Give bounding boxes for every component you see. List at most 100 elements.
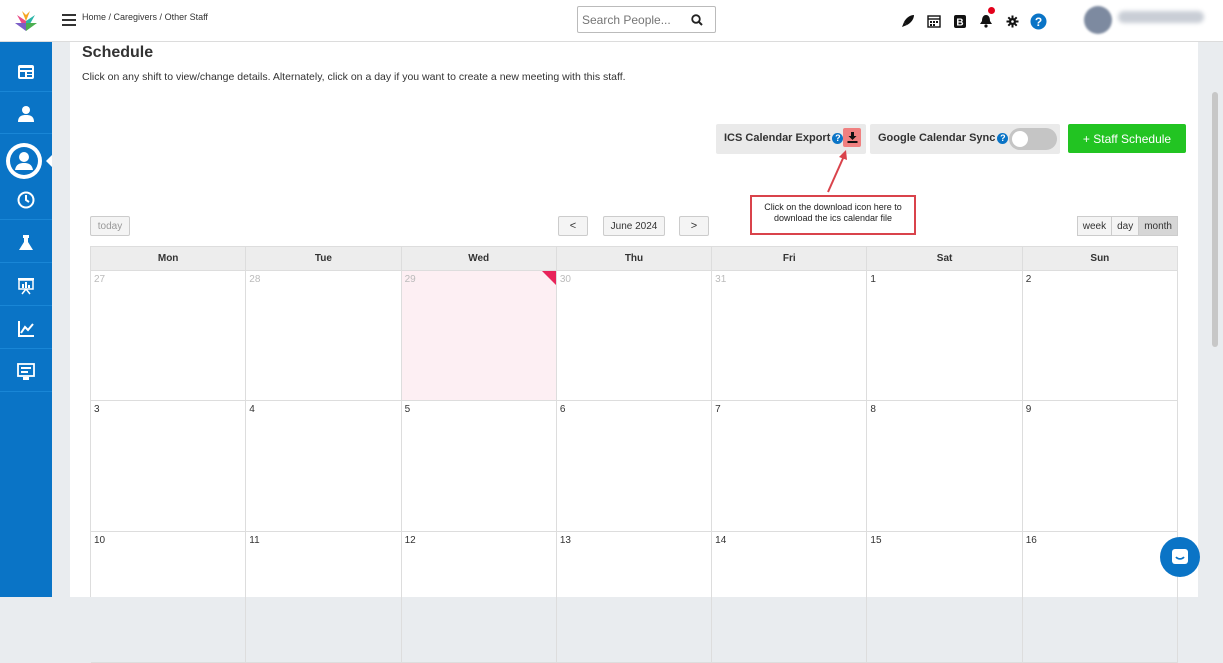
prev-month-button[interactable]: < <box>558 216 588 236</box>
day-number[interactable]: 3 <box>94 404 100 415</box>
menu-toggle-icon[interactable] <box>62 14 76 26</box>
person-icon[interactable] <box>0 94 52 134</box>
view-week-button[interactable]: week <box>1076 216 1113 236</box>
ics-export-label: ICS Calendar Export? <box>724 132 844 144</box>
chat-icon <box>1172 549 1188 564</box>
chart-icon[interactable] <box>0 309 52 349</box>
calendar-day-cell[interactable]: 31 <box>712 271 868 401</box>
weekday-sun: Sun <box>1022 247 1178 271</box>
page-title: Schedule <box>82 44 154 61</box>
add-staff-schedule-button[interactable]: + Staff Schedule <box>1068 124 1186 153</box>
day-number[interactable]: 14 <box>715 535 726 546</box>
annotation-arrow <box>827 150 847 193</box>
header-icons: B ? <box>896 7 1052 32</box>
day-number[interactable]: 10 <box>94 535 105 546</box>
google-sync-toggle[interactable] <box>1009 128 1057 150</box>
day-number[interactable]: 2 <box>1026 274 1032 285</box>
bell-icon[interactable] <box>974 7 998 32</box>
toggle-knob <box>1012 131 1028 147</box>
day-number[interactable]: 5 <box>405 404 411 415</box>
day-number[interactable]: 28 <box>249 274 260 285</box>
calendar-day-cell[interactable]: 6 <box>556 401 713 532</box>
rocket-icon[interactable] <box>896 10 920 32</box>
calendar-icon[interactable] <box>922 10 946 32</box>
day-number[interactable]: 8 <box>870 404 876 415</box>
gear-icon[interactable] <box>1000 10 1024 32</box>
search-icon[interactable] <box>691 13 703 31</box>
breadcrumb-separator: / <box>157 12 165 22</box>
user-circle-icon[interactable] <box>6 143 42 179</box>
calendar-day-cell[interactable]: 14 <box>712 532 868 663</box>
search-input[interactable] <box>582 10 682 30</box>
weekday-mon: Mon <box>91 247 247 271</box>
day-number[interactable]: 4 <box>249 404 255 415</box>
view-day-button[interactable]: day <box>1111 216 1140 236</box>
calendar-day-cell[interactable]: 12 <box>401 532 557 663</box>
svg-text:?: ? <box>1034 15 1041 29</box>
breadcrumb-caregivers[interactable]: Caregivers <box>114 12 158 22</box>
weekday-header: Mon Tue Wed Thu Fri Sat Sun <box>91 247 1178 271</box>
calendar-day-cell[interactable]: 10 <box>91 532 247 663</box>
calendar-day-cell[interactable]: 8 <box>867 401 1023 532</box>
day-number[interactable]: 13 <box>560 535 571 546</box>
calendar-day-cell[interactable]: 28 <box>246 271 402 401</box>
calendar-day-cell[interactable]: 4 <box>246 401 402 532</box>
day-number[interactable]: 15 <box>870 535 881 546</box>
day-number[interactable]: 1 <box>870 274 876 285</box>
view-month-button[interactable]: month <box>1138 216 1178 236</box>
dashboard-icon[interactable] <box>0 52 52 92</box>
page-instructions: Click on any shift to view/change detail… <box>82 71 626 83</box>
help-icon[interactable]: ? <box>1026 10 1050 32</box>
day-number[interactable]: 31 <box>715 274 726 285</box>
calendar-day-cell[interactable]: 13 <box>556 532 713 663</box>
download-ics-button[interactable] <box>843 128 861 147</box>
day-number[interactable]: 9 <box>1026 404 1032 415</box>
next-month-button[interactable]: > <box>679 216 709 236</box>
day-number[interactable]: 11 <box>249 535 259 546</box>
breadcrumb-other-staff: Other Staff <box>164 12 208 22</box>
help-icon[interactable]: ? <box>832 132 844 144</box>
calendar-day-cell[interactable]: 30 <box>556 271 713 401</box>
day-number[interactable]: 30 <box>560 274 571 285</box>
day-number[interactable]: 27 <box>94 274 105 285</box>
top-bar: Home / Caregivers / Other Staff B ? <box>0 0 1223 42</box>
day-number[interactable]: 16 <box>1026 535 1037 546</box>
calendar-day-cell[interactable]: 15 <box>867 532 1023 663</box>
day-number[interactable]: 6 <box>560 404 566 415</box>
help-icon[interactable]: ? <box>997 132 1009 144</box>
weekday-tue: Tue <box>246 247 402 271</box>
day-number[interactable]: 7 <box>715 404 721 415</box>
lab-flask-icon[interactable] <box>0 223 52 263</box>
chat-launcher-button[interactable] <box>1160 537 1200 577</box>
view-switcher: week day month <box>1076 216 1178 236</box>
today-marker <box>541 271 556 285</box>
breadcrumb-home[interactable]: Home <box>82 12 106 22</box>
calendar-day-cell[interactable]: 9 <box>1022 401 1178 532</box>
calendar-day-cell[interactable]: 11 <box>246 532 402 663</box>
calendar-day-cell[interactable]: 1 <box>867 271 1023 401</box>
clock-icon[interactable] <box>0 180 52 220</box>
calendar-day-cell[interactable]: 7 <box>712 401 868 532</box>
google-sync-panel: Google Calendar Sync? <box>870 124 1060 154</box>
page-scrollbar[interactable] <box>1212 92 1218 347</box>
callout-line-1: Click on the download icon here to <box>764 202 902 212</box>
calendar-day-cell[interactable]: 2 <box>1022 271 1178 401</box>
month-calendar: Mon Tue Wed Thu Fri Sat Sun 27 28 29 30 31 1 2… <box>90 246 1178 663</box>
calendar-day-cell[interactable]: 29 <box>401 271 557 401</box>
badge-icon[interactable]: B <box>948 10 972 32</box>
active-indicator <box>46 155 52 167</box>
app-logo[interactable] <box>0 0 52 42</box>
calendar-day-cell[interactable]: 16 <box>1022 532 1178 663</box>
calendar-day-cell[interactable]: 3 <box>91 401 247 532</box>
user-name-blurred[interactable] <box>1118 11 1204 23</box>
monitor-icon[interactable] <box>0 352 52 392</box>
day-number[interactable]: 12 <box>405 535 416 546</box>
today-button[interactable]: today <box>90 216 130 236</box>
calendar-day-cell[interactable]: 27 <box>91 271 247 401</box>
sidebar <box>0 42 52 597</box>
avatar[interactable] <box>1084 6 1112 34</box>
presentation-icon[interactable] <box>0 266 52 306</box>
calendar-days-grid: 27 28 29 30 31 1 2 3 4 5 6 7 8 9 10 11 12 13 14 15 16 <box>91 271 1178 663</box>
calendar-day-cell[interactable]: 5 <box>401 401 557 532</box>
day-number[interactable]: 29 <box>405 274 416 285</box>
